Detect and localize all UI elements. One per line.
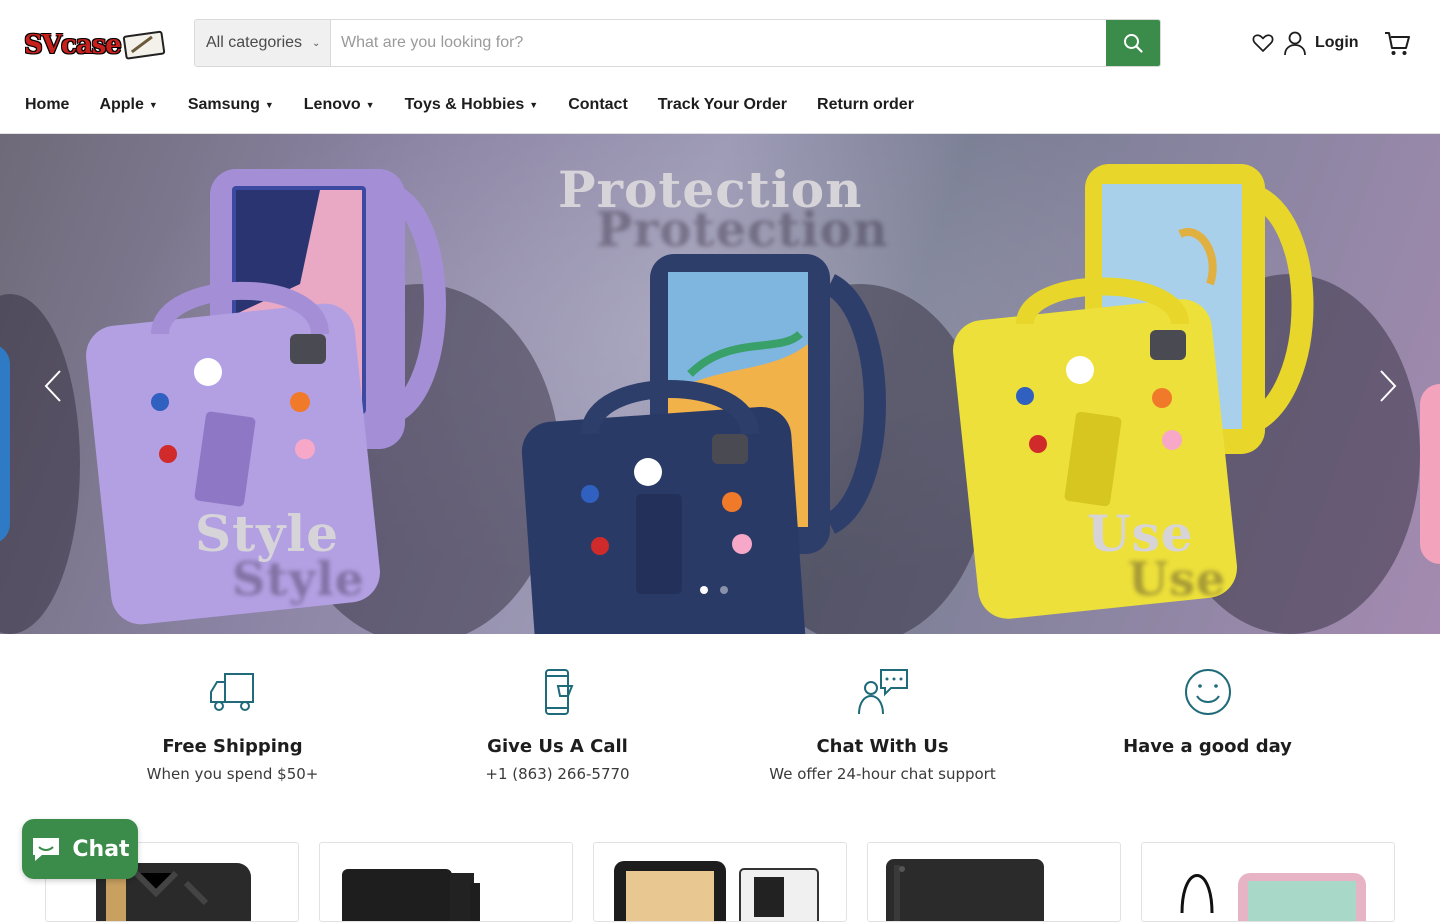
- product-image: [1180, 873, 1366, 921]
- phone-icon: [544, 669, 573, 715]
- chat-support-icon: [857, 669, 908, 715]
- nav-item-samsung[interactable]: Samsung ▼: [188, 96, 274, 114]
- nav-item-label: Samsung: [187, 96, 260, 113]
- nav-item-home[interactable]: Home: [25, 96, 69, 114]
- nav-item-label: Contact: [568, 96, 628, 113]
- chat-widget-button[interactable]: Chat: [22, 819, 138, 879]
- search-icon: [1124, 34, 1143, 53]
- nav-item-contact[interactable]: Contact: [568, 96, 628, 114]
- nav-item-track-order[interactable]: Track Your Order: [658, 96, 787, 114]
- slideshow-prev-button[interactable]: [38, 366, 68, 406]
- login-link[interactable]: Login: [1283, 28, 1359, 58]
- chat-bubble-icon: [33, 838, 60, 861]
- feature-subtitle: When you spend $50+: [146, 765, 319, 783]
- feature-title: Give Us A Call: [487, 736, 628, 757]
- chevron-left-icon: [44, 370, 61, 402]
- slideshow-dot-2[interactable]: [720, 586, 728, 594]
- nav-item-label: Home: [25, 96, 70, 113]
- chevron-down-icon: ▼: [148, 100, 158, 110]
- slideshow-next-button[interactable]: [1373, 366, 1403, 406]
- heart-icon[interactable]: [1251, 31, 1275, 55]
- feature-subtitle: +1 (863) 266-5770: [485, 765, 630, 783]
- logo-text: SVcase: [24, 30, 122, 60]
- feature-have-a-good-day: Have a good day: [1045, 668, 1370, 757]
- hero-slideshow[interactable]: Protection Protection Style Style Use Us…: [0, 134, 1440, 634]
- nav-item-label: Lenovo: [303, 96, 361, 113]
- feature-highlights: Free Shipping When you spend $50+ Give U…: [70, 634, 1370, 804]
- nav-item-apple[interactable]: Apple ▼: [99, 96, 157, 114]
- hero-word-use: Use: [1087, 504, 1194, 563]
- feature-free-shipping: Free Shipping When you spend $50+: [70, 668, 395, 783]
- product-card[interactable]: [1141, 842, 1395, 922]
- category-select-label: All categories: [206, 34, 303, 51]
- chevron-down-icon: ⌄: [312, 37, 321, 49]
- user-icon: [1284, 31, 1306, 56]
- hero-word-protection: Protection: [558, 160, 863, 219]
- chevron-down-icon: ▼: [365, 100, 375, 110]
- slideshow-dot-1[interactable]: [700, 586, 708, 594]
- site-logo[interactable]: SVcase: [24, 26, 170, 64]
- nav-item-label: Apple: [99, 96, 144, 113]
- chevron-right-icon: [1380, 370, 1397, 402]
- login-label: Login: [1315, 34, 1359, 51]
- logo-tablet-icon: [122, 30, 165, 60]
- feature-title: Free Shipping: [162, 736, 303, 757]
- nav-item-label: Track Your Order: [657, 96, 788, 113]
- product-image: [342, 869, 480, 921]
- nav-item-label: Return order: [817, 96, 914, 113]
- chevron-down-icon: ▼: [264, 100, 274, 110]
- product-image: [886, 859, 1044, 921]
- search-button[interactable]: [1106, 20, 1160, 66]
- feature-give-us-a-call: Give Us A Call +1 (863) 266-5770: [395, 668, 720, 783]
- chat-widget-label: Chat: [72, 836, 130, 862]
- smiley-icon: [1184, 669, 1231, 715]
- search-bar: All categories ⌄: [194, 19, 1161, 67]
- main-nav: Home Apple ▼ Samsung ▼ Lenovo ▼ Toys & Hobb…: [25, 93, 944, 117]
- product-card[interactable]: [867, 842, 1121, 922]
- search-input[interactable]: [331, 20, 1106, 66]
- feature-title: Have a good day: [1123, 736, 1292, 757]
- product-card[interactable]: [319, 842, 573, 922]
- product-card[interactable]: [593, 842, 847, 922]
- feature-chat-with-us: Chat With Us We offer 24-hour chat suppo…: [720, 668, 1045, 783]
- truck-icon: [209, 673, 254, 711]
- slideshow-pagination: [700, 586, 728, 594]
- cart-icon[interactable]: [1383, 29, 1411, 57]
- category-select[interactable]: All categories ⌄: [195, 20, 331, 66]
- feature-subtitle: We offer 24-hour chat support: [769, 765, 996, 783]
- nav-item-return-order[interactable]: Return order: [817, 96, 914, 114]
- hero-word-style: Style: [195, 504, 340, 563]
- nav-item-lenovo[interactable]: Lenovo ▼: [304, 96, 375, 114]
- feature-title: Chat With Us: [816, 736, 949, 757]
- nav-item-label: Toys & Hobbies: [404, 96, 525, 113]
- nav-item-toys-hobbies[interactable]: Toys & Hobbies ▼: [405, 96, 539, 114]
- chevron-down-icon: ▼: [529, 100, 539, 110]
- product-image: [614, 861, 819, 921]
- site-header: SVcase All categories ⌄ Login: [0, 0, 1440, 134]
